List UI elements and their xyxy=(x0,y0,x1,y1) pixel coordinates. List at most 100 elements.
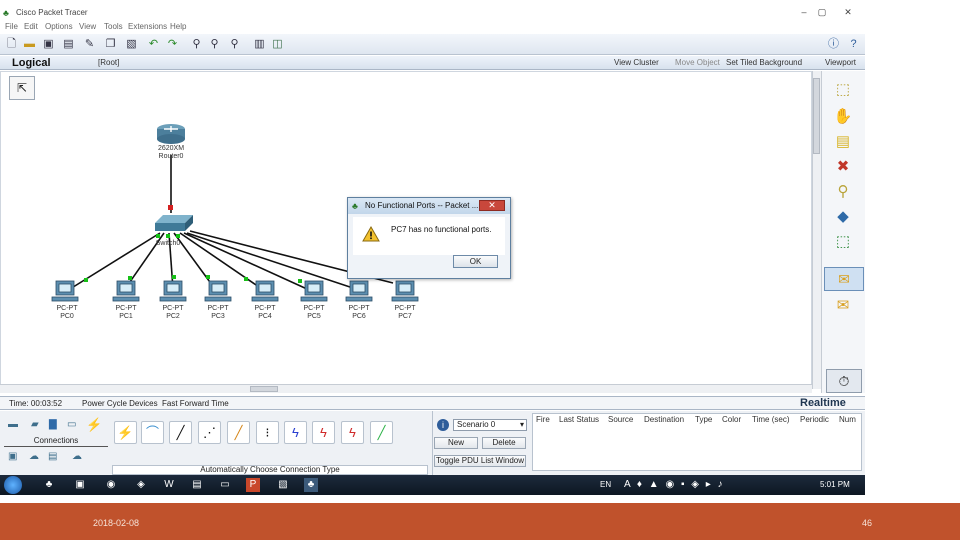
inspect-icon[interactable]: ⚲ xyxy=(832,181,854,203)
paste-icon[interactable]: ▧ xyxy=(124,37,139,52)
taskbar-app-icon[interactable]: ♣ xyxy=(42,478,56,492)
pc1-name-label: PC1 xyxy=(119,313,133,320)
pc0-name-label: PC0 xyxy=(60,313,74,320)
logical-tab[interactable]: Logical xyxy=(12,57,51,69)
connections-category-icon[interactable]: ⚡ xyxy=(86,417,102,433)
toggle-pdu-list-button[interactable]: Toggle PDU List Window xyxy=(434,455,526,467)
redo-icon[interactable]: ↷ xyxy=(165,37,180,52)
switch-icon[interactable] xyxy=(155,215,193,231)
horizontal-scroll-thumb[interactable] xyxy=(250,386,278,392)
auto-connection-icon[interactable]: ⚡ xyxy=(114,421,137,444)
menu-view[interactable]: View xyxy=(79,22,96,31)
taskbar-app-icon[interactable]: ▣ xyxy=(73,478,87,492)
taskbar-app-icon[interactable]: ◉ xyxy=(104,478,118,492)
add-complex-pdu-icon[interactable]: ✉ xyxy=(832,295,854,317)
info-icon[interactable]: ⓘ xyxy=(826,37,841,52)
crossover-cable-icon[interactable]: ⋰ xyxy=(198,421,221,444)
serial-dte-cable-icon[interactable]: ϟ xyxy=(341,421,364,444)
fiber-cable-icon[interactable]: ╱ xyxy=(227,421,250,444)
start-button[interactable] xyxy=(4,476,22,494)
menu-extensions[interactable]: Extensions xyxy=(128,22,167,31)
zoom-in-icon[interactable]: ⚲ xyxy=(189,37,204,52)
menu-tools[interactable]: Tools xyxy=(104,22,123,31)
delete-scenario-button[interactable]: Delete xyxy=(482,437,526,449)
add-simple-pdu-icon[interactable]: ✉ xyxy=(824,267,864,291)
custom-device-icon[interactable]: ◫ xyxy=(270,37,285,52)
move-object-button[interactable]: Move Object xyxy=(675,58,720,67)
end-devices-category-icon[interactable]: ▣ xyxy=(8,451,17,462)
pdu-header-source: Source xyxy=(608,415,634,424)
router-icon[interactable] xyxy=(157,124,185,144)
new-scenario-button[interactable]: New xyxy=(434,437,478,449)
activity-wizard-icon[interactable]: ✎ xyxy=(82,37,97,52)
coaxial-cable-icon[interactable]: ϟ xyxy=(284,421,307,444)
custom-devices-category-icon[interactable]: ▤ xyxy=(48,451,57,462)
scenario-select[interactable]: Scenario 0 ▾ xyxy=(453,419,527,431)
horizontal-scrollbar[interactable] xyxy=(0,384,812,393)
switch-category-icon[interactable]: ▰ xyxy=(31,419,39,430)
pc2-icon xyxy=(159,280,187,302)
pc3-name-label: PC3 xyxy=(211,313,225,320)
print-icon[interactable]: ▤ xyxy=(61,37,76,52)
view-cluster-button[interactable]: View Cluster xyxy=(614,58,659,67)
pc7-icon xyxy=(391,280,419,302)
taskbar-app-icon[interactable]: ▭ xyxy=(218,478,232,492)
language-indicator[interactable]: EN xyxy=(600,480,611,489)
router-category-icon[interactable]: ▬ xyxy=(8,419,18,430)
draw-shape-icon[interactable]: ◆ xyxy=(832,206,854,228)
viewport-button[interactable]: Viewport xyxy=(825,58,856,67)
pdu-header-fire: Fire xyxy=(536,415,550,424)
multiuser-category-icon[interactable]: ☁ xyxy=(72,451,82,462)
vertical-scroll-thumb[interactable] xyxy=(813,78,820,154)
fast-forward-button[interactable]: Fast Forward Time xyxy=(162,399,229,408)
taskbar-app-icon[interactable]: ▤ xyxy=(190,478,204,492)
maximize-button[interactable]: ▢ xyxy=(815,7,829,19)
set-tiled-background-button[interactable]: Set Tiled Background xyxy=(726,58,802,67)
copy-icon[interactable]: ❐ xyxy=(103,37,118,52)
scenario-info-icon[interactable]: i xyxy=(437,419,449,431)
resize-shape-icon[interactable]: ⬚ xyxy=(832,231,854,253)
console-cable-icon[interactable]: ⌒ xyxy=(141,421,164,444)
realtime-label[interactable]: Realtime xyxy=(800,397,846,409)
taskbar-app-icon[interactable]: ♣ xyxy=(304,478,318,492)
tray-icons[interactable]: A ♦ ▲ ◉ ▪ ◈ ▸ ♪ xyxy=(624,479,725,490)
octal-cable-icon[interactable]: ╱ xyxy=(370,421,393,444)
menu-options[interactable]: Options xyxy=(45,22,73,31)
minimize-button[interactable]: – xyxy=(797,7,811,19)
pc-icons[interactable] xyxy=(51,280,419,302)
help-icon[interactable]: ? xyxy=(846,37,861,52)
taskbar-app-icon[interactable]: ◈ xyxy=(134,478,148,492)
dialog-ok-button[interactable]: OK xyxy=(453,255,498,268)
realtime-mode-icon[interactable]: ⏱ xyxy=(826,369,862,393)
delete-icon[interactable]: ✖ xyxy=(832,156,854,178)
save-icon[interactable]: ▣ xyxy=(41,37,56,52)
new-icon[interactable]: 🗋 xyxy=(4,37,19,52)
close-button[interactable]: ✕ xyxy=(839,7,857,19)
taskbar-app-icon[interactable]: W xyxy=(162,478,176,492)
zoom-reset-icon[interactable]: ⚲ xyxy=(207,37,222,52)
straight-through-cable-icon[interactable]: ╱ xyxy=(169,421,192,444)
pc2-name-label: PC2 xyxy=(166,313,180,320)
taskbar-app-icon[interactable]: P xyxy=(246,478,260,492)
menu-edit[interactable]: Edit xyxy=(24,22,38,31)
select-icon[interactable]: ⬚ xyxy=(832,79,854,101)
wan-emulation-category-icon[interactable]: ☁ xyxy=(29,451,39,462)
open-icon[interactable]: ▬ xyxy=(22,37,37,52)
undo-icon[interactable]: ↶ xyxy=(146,37,161,52)
slide-date: 2018-02-08 xyxy=(93,518,140,528)
root-breadcrumb[interactable]: [Root] xyxy=(98,58,119,67)
power-cycle-button[interactable]: Power Cycle Devices xyxy=(82,399,158,408)
zoom-out-icon[interactable]: ⚲ xyxy=(227,37,242,52)
place-note-icon[interactable]: ▤ xyxy=(832,131,854,153)
dialog-close-button[interactable]: ✕ xyxy=(479,200,505,211)
menu-help[interactable]: Help xyxy=(170,22,186,31)
palette-icon[interactable]: ▥ xyxy=(252,37,267,52)
hub-category-icon[interactable]: ▇ xyxy=(49,419,57,430)
taskbar-app-icon[interactable]: ▧ xyxy=(276,478,290,492)
menu-file[interactable]: File xyxy=(5,22,18,31)
serial-dce-cable-icon[interactable]: ϟ xyxy=(312,421,335,444)
move-layout-icon[interactable]: ✋ xyxy=(832,106,854,128)
pc1-icon xyxy=(112,280,140,302)
phone-cable-icon[interactable]: ⁝ xyxy=(256,421,279,444)
wireless-category-icon[interactable]: ▭ xyxy=(67,419,76,430)
